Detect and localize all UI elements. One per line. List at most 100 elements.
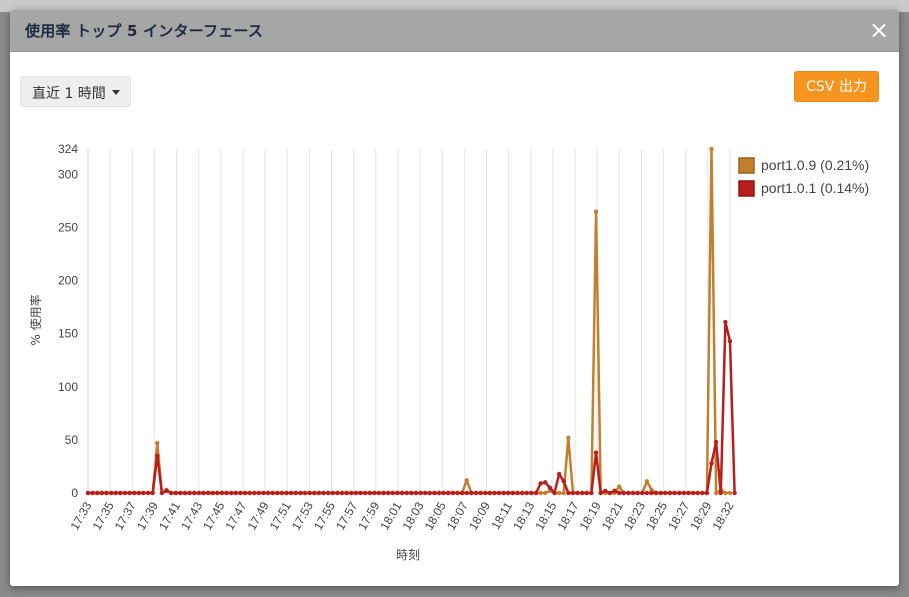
y-tick-label: 100 — [58, 380, 78, 394]
data-point — [409, 490, 414, 496]
data-point — [85, 490, 91, 496]
data-point — [686, 490, 691, 496]
y-tick-label: 300 — [58, 167, 78, 181]
data-point — [141, 490, 146, 496]
data-point — [422, 490, 428, 496]
chart-legend: port1.0.9 (0.21%) port1.0.1 (0.14%) — [738, 157, 869, 197]
data-point — [219, 490, 225, 496]
data-point — [681, 490, 687, 496]
data-point — [325, 490, 331, 496]
data-point — [99, 490, 105, 496]
data-point — [709, 461, 714, 466]
data-point — [312, 490, 317, 496]
data-point — [205, 490, 211, 496]
data-point — [242, 490, 248, 496]
data-point — [483, 490, 488, 496]
x-tick-label: 18:29 — [687, 499, 714, 532]
series-line-2 — [88, 320, 736, 495]
x-tick-label: 17:57 — [333, 499, 360, 532]
data-point — [150, 490, 155, 496]
data-point — [649, 490, 654, 496]
data-point — [616, 484, 622, 489]
data-point — [252, 490, 257, 496]
x-tick-label: 18:17 — [554, 499, 581, 532]
data-point — [339, 490, 345, 496]
data-point — [367, 490, 372, 496]
data-point — [404, 490, 409, 496]
x-tick-label: 18:25 — [643, 499, 670, 532]
data-point — [690, 490, 696, 496]
series-line-1 — [88, 147, 730, 495]
data-point — [547, 485, 553, 490]
data-point — [201, 490, 206, 496]
data-point — [487, 490, 493, 496]
x-tick-label: 17:33 — [67, 499, 94, 532]
data-point — [713, 490, 719, 496]
y-tick-label: 324 — [58, 142, 78, 156]
x-tick-label: 18:03 — [400, 499, 427, 532]
data-point — [464, 490, 469, 496]
data-point — [524, 490, 529, 496]
data-point — [353, 490, 359, 496]
y-tick-label: 200 — [58, 274, 78, 288]
y-axis-title: % 使用率 — [28, 294, 43, 345]
data-point — [265, 490, 271, 496]
data-point — [302, 490, 308, 496]
data-point — [136, 490, 142, 496]
data-point — [704, 490, 710, 496]
data-point — [556, 471, 562, 477]
data-point — [478, 490, 483, 496]
data-point — [316, 490, 322, 496]
data-point — [727, 490, 733, 496]
data-point — [727, 338, 733, 344]
data-point — [321, 490, 326, 496]
x-tick-label: 17:47 — [222, 499, 249, 532]
data-point — [538, 481, 543, 486]
data-point — [621, 490, 626, 496]
y-tick-label: 50 — [65, 433, 79, 447]
x-tick-label: 18:09 — [466, 499, 493, 532]
data-point — [90, 490, 95, 496]
data-point — [644, 479, 650, 484]
data-point — [732, 490, 737, 496]
chart-grid — [87, 149, 731, 493]
data-point — [543, 490, 548, 496]
data-point — [173, 490, 178, 496]
data-point — [159, 490, 165, 496]
x-tick-label: 18:27 — [665, 499, 692, 532]
y-tick-label: 0 — [71, 486, 78, 500]
x-tick-label: 17:35 — [90, 499, 117, 532]
data-point — [529, 490, 534, 496]
data-point — [718, 490, 723, 496]
data-point — [182, 490, 188, 496]
data-point — [330, 490, 335, 496]
data-point — [607, 490, 613, 496]
data-point — [496, 490, 502, 496]
data-point — [427, 490, 432, 496]
y-axis: 0 50 100 150 200 250 300 324 — [58, 142, 78, 500]
legend-swatch — [738, 180, 755, 197]
data-point — [709, 146, 714, 152]
data-point — [455, 490, 460, 496]
data-point — [344, 490, 349, 496]
data-point — [275, 490, 280, 496]
data-point — [279, 490, 285, 496]
data-point — [155, 453, 160, 459]
x-tick-label: 17:59 — [355, 499, 382, 532]
data-point — [192, 490, 197, 496]
data-point — [178, 490, 183, 496]
data-point — [543, 480, 548, 485]
x-tick-label: 17:37 — [112, 499, 139, 532]
data-point — [506, 490, 511, 496]
data-point — [358, 490, 363, 496]
data-point — [723, 319, 728, 325]
data-point — [233, 490, 238, 496]
data-point — [95, 490, 100, 496]
data-point — [570, 490, 576, 496]
data-point — [603, 488, 608, 494]
data-point — [228, 490, 234, 496]
data-point — [538, 490, 543, 496]
data-point — [580, 490, 585, 496]
data-point — [122, 490, 128, 496]
data-point — [224, 490, 229, 496]
